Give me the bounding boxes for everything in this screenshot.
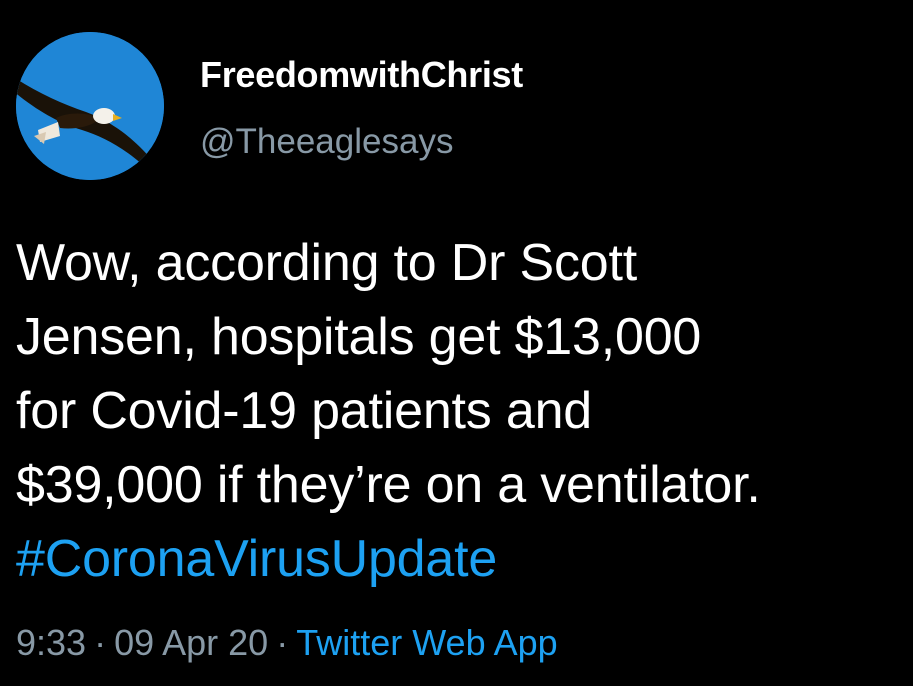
tweet-text-line: Wow, according to Dr Scott <box>16 234 637 292</box>
avatar[interactable] <box>16 32 164 180</box>
tweet-card: FreedomwithChrist @Theeaglesays Wow, acc… <box>0 0 913 686</box>
tweet-text-line: for Covid-19 patients and <box>16 382 593 440</box>
tweet-meta: 9:33 · 09 Apr 20 · Twitter Web App <box>16 622 558 664</box>
separator-dot: · <box>276 622 289 663</box>
tweet-text-line: $39,000 if they’re on a ventilator. <box>16 456 761 514</box>
source-app-link[interactable]: Twitter Web App <box>296 622 557 663</box>
hashtag-link[interactable]: #CoronaVirusUpdate <box>16 522 906 596</box>
display-name[interactable]: FreedomwithChrist <box>200 54 523 96</box>
tweet-date[interactable]: 09 Apr 20 <box>114 622 268 663</box>
tweet-text: Wow, according to Dr Scott Jensen, hospi… <box>16 226 906 596</box>
separator-dot: · <box>94 622 107 663</box>
user-handle[interactable]: @Theeaglesays <box>200 122 453 162</box>
tweet-time[interactable]: 9:33 <box>16 622 86 663</box>
eagle-icon <box>16 32 164 180</box>
tweet-text-line: Jensen, hospitals get $13,000 <box>16 308 702 366</box>
